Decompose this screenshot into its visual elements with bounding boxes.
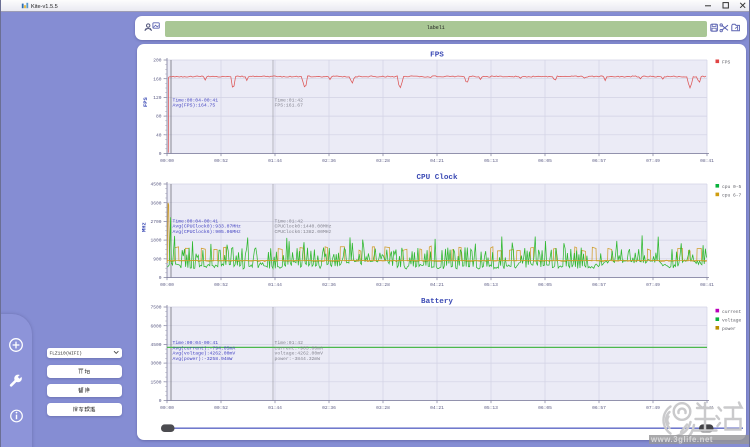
- svg-text:FLZ110(WIFI): FLZ110(WIFI): [50, 351, 82, 357]
